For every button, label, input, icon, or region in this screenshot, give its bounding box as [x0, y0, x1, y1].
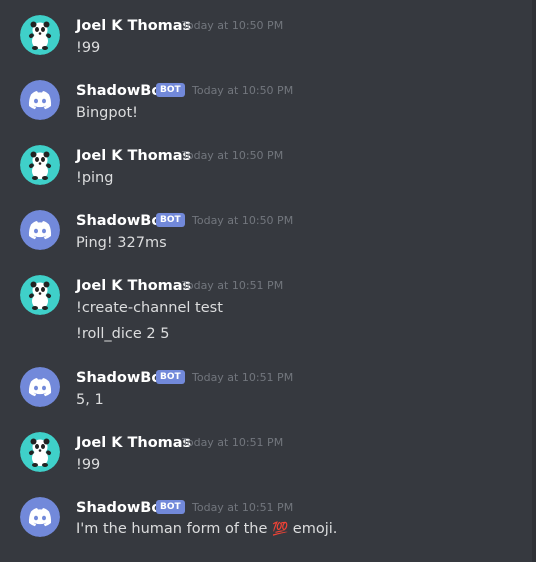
bot-badge: BOT: [156, 500, 185, 514]
message-text: !roll_dice 2 5: [76, 326, 170, 342]
discord-logo-icon[interactable]: [20, 80, 60, 120]
message-text: I'm the human form of the 💯 emoji.: [76, 519, 337, 540]
message-timestamp: Today at 10:51 PM: [182, 436, 284, 449]
message-timestamp: Today at 10:50 PM: [192, 214, 294, 227]
message-author[interactable]: ShadowBot: [76, 499, 168, 517]
message-author[interactable]: ShadowBot: [76, 369, 168, 387]
chat-message: Joel K Thomas Today at 10:51 PM !create-…: [0, 275, 536, 345]
chat-message: Joel K Thomas Today at 10:50 PM !ping: [0, 145, 536, 190]
message-author[interactable]: ShadowBot: [76, 82, 168, 100]
message-text: !99: [76, 40, 101, 56]
message-text: Bingpot!: [76, 105, 138, 121]
message-timestamp: Today at 10:50 PM: [182, 19, 284, 32]
message-text: !ping: [76, 170, 114, 186]
message-text-part: I'm the human form of the: [76, 521, 268, 537]
message-author[interactable]: Joel K Thomas: [76, 277, 191, 295]
message-author[interactable]: Joel K Thomas: [76, 147, 191, 165]
message-author[interactable]: ShadowBot: [76, 212, 168, 230]
message-text: Ping! 327ms: [76, 235, 167, 251]
hundred-points-emoji-icon: 💯: [272, 522, 289, 537]
message-text: !create-channel test: [76, 300, 223, 316]
message-timestamp: Today at 10:50 PM: [192, 84, 294, 97]
message-text: 5, 1: [76, 392, 104, 408]
panda-avatar-icon[interactable]: [20, 275, 60, 315]
bot-badge: BOT: [156, 213, 185, 227]
chat-message-list: Joel K Thomas Today at 10:50 PM !99 Shad…: [0, 0, 536, 562]
chat-message: ShadowBot BOT Today at 10:50 PM Ping! 32…: [0, 210, 536, 255]
bot-badge: BOT: [156, 83, 185, 97]
discord-logo-icon[interactable]: [20, 497, 60, 537]
discord-logo-icon[interactable]: [20, 367, 60, 407]
message-author[interactable]: Joel K Thomas: [76, 17, 191, 35]
message-author[interactable]: Joel K Thomas: [76, 434, 191, 452]
panda-avatar-icon[interactable]: [20, 15, 60, 55]
message-text: !99: [76, 457, 101, 473]
panda-avatar-icon[interactable]: [20, 432, 60, 472]
chat-message: Joel K Thomas Today at 10:50 PM !99: [0, 15, 536, 60]
discord-logo-icon[interactable]: [20, 210, 60, 250]
message-timestamp: Today at 10:51 PM: [192, 371, 294, 384]
message-timestamp: Today at 10:50 PM: [182, 149, 284, 162]
chat-message: ShadowBot BOT Today at 10:51 PM I'm the …: [0, 497, 536, 542]
bot-badge: BOT: [156, 370, 185, 384]
chat-scrollbar[interactable]: [532, 0, 536, 562]
message-timestamp: Today at 10:51 PM: [182, 279, 284, 292]
panda-avatar-icon[interactable]: [20, 145, 60, 185]
chat-message: ShadowBot BOT Today at 10:51 PM 5, 1: [0, 367, 536, 412]
message-timestamp: Today at 10:51 PM: [192, 501, 294, 514]
message-text-part: emoji.: [292, 521, 338, 537]
chat-message: Joel K Thomas Today at 10:51 PM !99: [0, 432, 536, 477]
chat-message: ShadowBot BOT Today at 10:50 PM Bingpot!: [0, 80, 536, 125]
